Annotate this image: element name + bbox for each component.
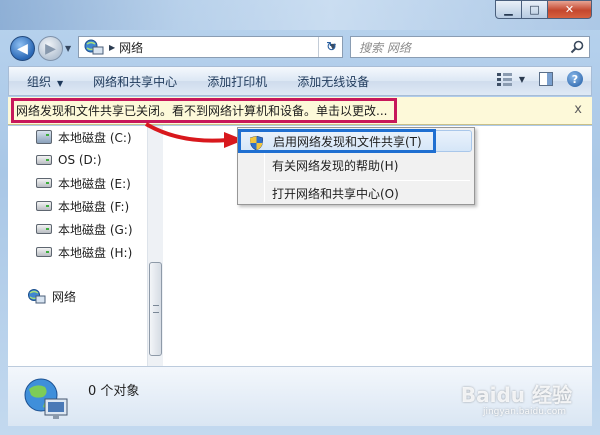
nav-pane-scrollbar[interactable] (147, 126, 163, 366)
sidebar-item-network[interactable]: 网络 (28, 288, 76, 305)
drive-c[interactable]: 本地磁盘 (C:) (36, 128, 132, 146)
recent-pages-dropdown[interactable]: ▼ (65, 44, 71, 53)
annotation-blue-box (238, 129, 436, 153)
scrollbar-grip (153, 305, 159, 313)
drive-g[interactable]: 本地磁盘 (G:) (36, 220, 133, 238)
view-options-button[interactable]: ▼ (496, 72, 525, 86)
breadcrumb-network[interactable]: 网络 (119, 39, 143, 56)
refresh-button[interactable]: ↻ (318, 37, 344, 57)
drive-label: OS (D:) (58, 153, 102, 167)
drive-h[interactable]: 本地磁盘 (H:) (36, 243, 132, 261)
scrollbar-thumb[interactable] (149, 262, 162, 356)
hard-drive-icon (36, 247, 52, 257)
search-icon[interactable] (570, 40, 584, 54)
view-icon (496, 73, 512, 86)
breadcrumb-separator[interactable]: ▶ (109, 43, 115, 52)
menu-item-discovery-help[interactable]: 有关网络发现的帮助(H) (240, 154, 472, 176)
annotation-red-arrow (144, 122, 244, 148)
baidu-watermark: Baidu 经验 (460, 383, 572, 407)
network-center-button[interactable]: 网络和共享中心 (75, 73, 189, 90)
close-button[interactable]: ✕ (548, 0, 592, 19)
chevron-down-icon: ▼ (57, 78, 64, 88)
drive-label: 本地磁盘 (H:) (58, 245, 133, 260)
command-bar: 组织 ▼ 网络和共享中心 添加打印机 添加无线设备 ▼ ? (8, 66, 592, 96)
context-menu: 启用网络发现和文件共享(T) 有关网络发现的帮助(H) 打开网络和共享中心(O) (237, 127, 475, 205)
menu-separator (268, 180, 470, 181)
navigation-pane: 本地磁盘 (C:) OS (D:) 本地磁盘 (E:) 本地磁盘 (F:) 本地… (8, 126, 163, 366)
add-wireless-button[interactable]: 添加无线设备 (279, 73, 381, 90)
window-controls: ▁ □ ✕ (495, 0, 592, 19)
search-placeholder: 搜索 网络 (359, 40, 411, 55)
drive-label: 本地磁盘 (F:) (58, 199, 130, 214)
add-printer-button[interactable]: 添加打印机 (189, 73, 279, 90)
maximize-button[interactable]: □ (522, 0, 548, 19)
menu-item-open-network-center[interactable]: 打开网络和共享中心(O) (240, 182, 472, 204)
menu-item-label: 打开网络和共享中心(O) (272, 186, 399, 201)
search-input[interactable]: 搜索 网络 (350, 36, 590, 58)
explorer-window: ▁ □ ✕ ◀ ▶ ▼ ▶ 网络 ▼ ↻ 搜索 网络 组织 ▼ 网络和共享中心 … (0, 0, 600, 435)
organize-label: 组织 (27, 74, 52, 89)
address-bar[interactable]: ▶ 网络 ▼ (78, 36, 343, 58)
organize-menu[interactable]: 组织 ▼ (9, 73, 75, 90)
chevron-down-icon: ▼ (518, 74, 525, 84)
info-bar-close[interactable]: x (574, 102, 582, 117)
drive-e[interactable]: 本地磁盘 (E:) (36, 174, 131, 192)
baidu-watermark-url: jingyan.baidu.com (482, 407, 566, 417)
network-globe-icon (23, 377, 69, 421)
help-button[interactable]: ? (567, 71, 583, 87)
hard-drive-icon (36, 224, 52, 234)
network-icon (28, 289, 46, 304)
refresh-icon: ↻ (326, 39, 337, 55)
preview-pane-button[interactable] (539, 72, 553, 86)
minimize-button[interactable]: ▁ (495, 0, 522, 19)
drive-label: 本地磁盘 (E:) (58, 176, 131, 191)
forward-button[interactable]: ▶ (38, 36, 63, 61)
hard-drive-icon (36, 178, 52, 188)
drive-label: 本地磁盘 (G:) (58, 222, 133, 237)
system-drive-icon (36, 130, 52, 144)
drive-f[interactable]: 本地磁盘 (F:) (36, 197, 129, 215)
back-button[interactable]: ◀ (10, 36, 35, 61)
arrow-right-icon: ▶ (45, 40, 56, 57)
arrow-left-icon: ◀ (17, 40, 28, 57)
toolbar-right: ▼ ? (496, 71, 583, 87)
drive-label: 本地磁盘 (C:) (58, 130, 132, 145)
network-label: 网络 (52, 290, 77, 304)
hard-drive-icon (36, 155, 52, 165)
hard-drive-icon (36, 201, 52, 211)
object-count: 0 个对象 (88, 384, 140, 399)
info-bar[interactable]: 网络发现和文件共享已关闭。看不到网络计算机和设备。单击以更改... x (8, 97, 592, 125)
network-icon (84, 39, 104, 55)
menu-item-label: 有关网络发现的帮助(H) (272, 158, 399, 173)
details-pane: 0 个对象 Baidu 经验 jingyan.baidu.com (8, 366, 592, 426)
drive-d[interactable]: OS (D:) (36, 151, 102, 169)
